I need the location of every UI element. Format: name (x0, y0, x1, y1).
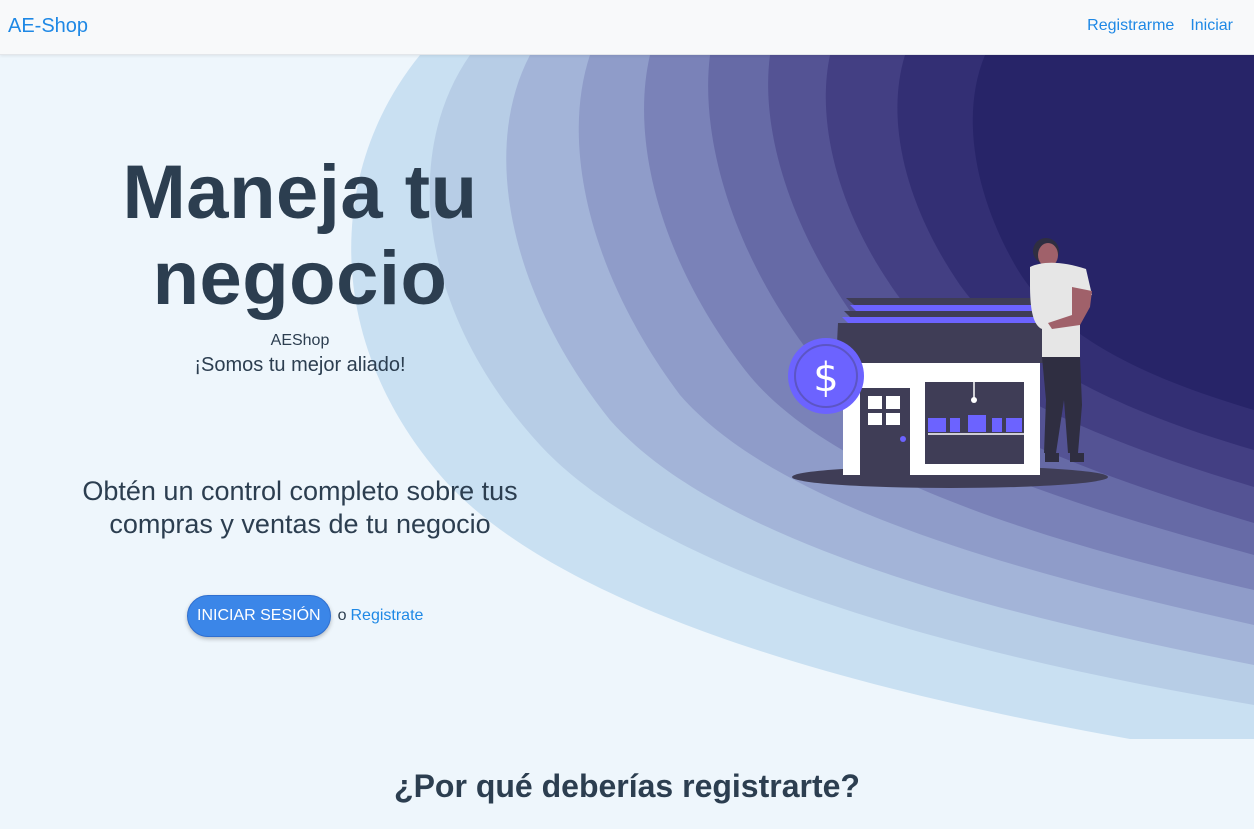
nav-links: Registrarme Iniciar (1087, 17, 1233, 35)
hero-description: Obtén un control completo sobre tus comp… (82, 476, 518, 539)
brand-logo-link[interactable]: AE-Shop (8, 15, 88, 38)
hero-heading-group: Maneja tu negocio AEShop ¡Somos tu mejor… (40, 150, 560, 377)
register-link[interactable]: Registrate (350, 607, 423, 625)
hero-title: Maneja tu negocio (122, 150, 478, 321)
login-button[interactable]: INICIAR SESIÓN (187, 595, 331, 637)
store-roof-icon (836, 298, 1060, 363)
or-text: o (337, 607, 347, 624)
svg-text:$: $ (813, 355, 838, 401)
section-why-register-title: ¿Por qué deberías registrarte? (394, 768, 860, 804)
cta-row: INICIAR SESIÓN o Registrate (187, 595, 423, 637)
hero-tagline: ¡Somos tu mejor aliado! (194, 354, 406, 376)
nav-login-link[interactable]: Iniciar (1190, 17, 1233, 35)
store-illustration: $ (788, 238, 1108, 488)
hero-brand-name: AEShop (270, 332, 330, 349)
store-building-icon (843, 363, 1040, 475)
dollar-coin-icon: $ (788, 338, 864, 414)
navbar: AE-Shop Registrarme Iniciar (0, 0, 1254, 55)
nav-register-link[interactable]: Registrarme (1087, 17, 1174, 35)
